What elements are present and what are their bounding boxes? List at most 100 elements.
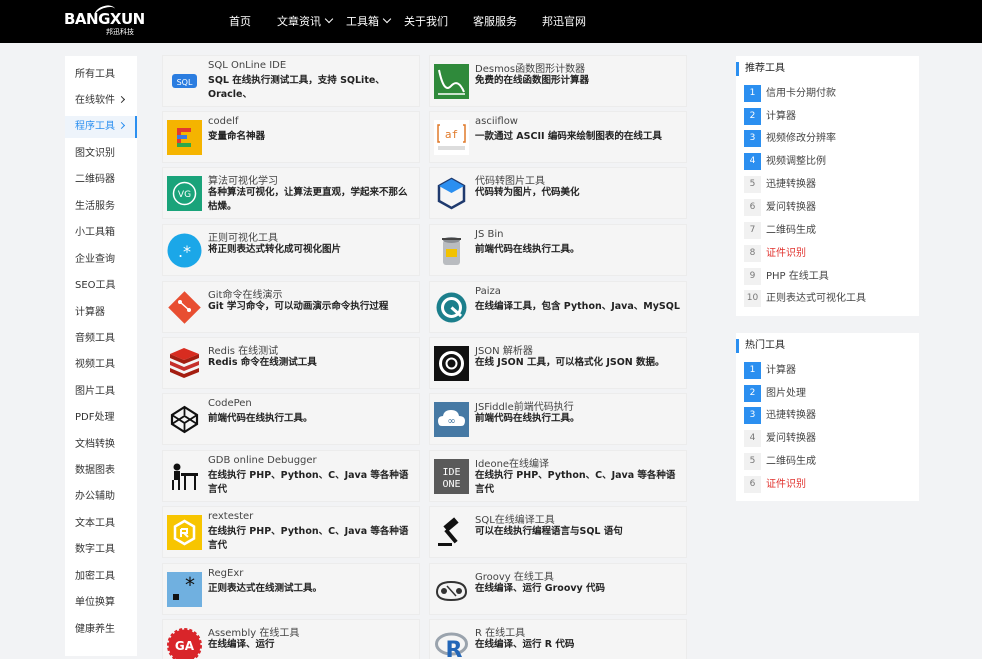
sidebar-item-label: 图片工具: [75, 386, 115, 397]
bangxun-logo[interactable]: BANGXUN 邦迅科技: [64, 2, 145, 36]
recommended-item[interactable]: 4 视频调整比例: [744, 153, 914, 171]
tool-description: 前端代码在线执行工具。: [475, 244, 580, 255]
sidebar-item-label: 所有工具: [75, 69, 115, 80]
sidebar-item-label: 在线软件: [75, 95, 115, 106]
tool-card-desmos[interactable]: Desmos函数图形计数器 免费的在线函数图形计算器: [429, 55, 687, 107]
sidebar-item-online-software[interactable]: 在线软件: [65, 90, 137, 112]
chevron-right-icon: [117, 95, 126, 104]
sidebar-item-life-services[interactable]: 生活服务: [65, 196, 137, 218]
hot-item[interactable]: 3 迅捷转换器: [744, 407, 914, 425]
tool-title: Ideone在线编译: [475, 459, 550, 470]
tool-card-groovy[interactable]: Groovy 在线工具 在线编译、运行 Groovy 代码: [429, 563, 687, 615]
nav-about[interactable]: 关于我们: [404, 0, 448, 43]
tool-card-assembly[interactable]: GA Assembly 在线工具 在线编译、运行: [162, 619, 420, 659]
hot-item[interactable]: 2 图片处理: [744, 385, 914, 403]
recommended-item[interactable]: 1 信用卡分期付款: [744, 85, 914, 103]
tool-description: 在线编译工具，包含 Python、Java、MySQL: [475, 301, 680, 312]
tool-title: JSFiddle前端代码执行: [475, 402, 574, 413]
recommended-item[interactable]: 6 爱问转换器: [744, 199, 914, 217]
sidebar-item-health[interactable]: 健康养生: [65, 619, 137, 641]
regexr-icon: *: [167, 572, 202, 607]
sidebar-item-programming-tools[interactable]: 程序工具: [65, 116, 137, 138]
sidebar-item-data-charts[interactable]: 数据图表: [65, 460, 137, 482]
sidebar-item-number[interactable]: 数字工具: [65, 539, 137, 561]
sidebar-item-label: 企业查询: [75, 254, 115, 265]
tool-card-ideone[interactable]: IDE ONE Ideone在线编译 在线执行 PHP、Python、C、Java…: [429, 450, 687, 502]
vg-icon: VG: [167, 176, 202, 211]
sidebar-item-small-tools[interactable]: 小工具箱: [65, 222, 137, 244]
tool-title: GDB online Debugger: [208, 455, 317, 466]
sidebar-item-all-tools[interactable]: 所有工具: [65, 64, 137, 86]
tool-description: 将正则表达式转化成可视化图片: [208, 244, 342, 255]
hot-item[interactable]: 1 计算器: [744, 362, 914, 380]
sql-icon: SQL: [172, 74, 197, 88]
sidebar-item-encryption[interactable]: 加密工具: [65, 566, 137, 588]
recommended-item[interactable]: 2 计算器: [744, 108, 914, 126]
tool-card-code-to-image[interactable]: 代码转图片工具 代码转为图片，代码美化: [429, 167, 687, 219]
recommended-item[interactable]: 8 证件识别: [744, 245, 914, 263]
tool-description: 一款通过 ASCII 编码来绘制图表的在线工具: [475, 131, 662, 142]
sidebar-item-qrcode[interactable]: 二维码器: [65, 169, 137, 191]
hot-item[interactable]: 6 证件识别: [744, 476, 914, 494]
tool-card-rextester[interactable]: rextester 在线执行 PHP、Python、C、Java 等各种语言代: [162, 506, 420, 558]
sidebar-item-company-lookup[interactable]: 企业查询: [65, 249, 137, 271]
tool-description: 在线执行 PHP、Python、C、Java 等各种语言代: [208, 470, 409, 495]
tool-card-jsfiddle[interactable]: ∞ JSFiddle前端代码执行 前端代码在线执行工具。: [429, 393, 687, 445]
nav-customer-service[interactable]: 客服服务: [473, 0, 517, 43]
nav-home[interactable]: 首页: [229, 0, 251, 43]
tool-title: codelf: [208, 116, 239, 127]
recommended-item[interactable]: 5 迅捷转换器: [744, 176, 914, 194]
tool-card-paiza[interactable]: Paiza 在线编译工具，包含 Python、Java、MySQL: [429, 281, 687, 333]
recommended-label: 爱问转换器: [766, 202, 816, 213]
sidebar-item-video[interactable]: 视频工具: [65, 354, 137, 376]
tool-title: SQL在线编译工具: [475, 515, 555, 526]
sidebar-item-office[interactable]: 办公辅助: [65, 486, 137, 508]
tool-card-asciiflow[interactable]: af asciiflow 一款通过 ASCII 编码来绘制图表的在线工具: [429, 111, 687, 163]
nav-articles[interactable]: 文章资讯: [277, 0, 334, 43]
nav-official-site[interactable]: 邦迅官网: [542, 0, 586, 43]
recommended-label: 计算器: [766, 111, 796, 122]
sidebar-item-unit-convert[interactable]: 单位换算: [65, 592, 137, 614]
desmos-icon: [434, 64, 469, 99]
tool-title: Git命令在线演示: [208, 290, 283, 301]
sidebar-item-pdf[interactable]: PDF处理: [65, 407, 137, 429]
sidebar-item-calculator[interactable]: 计算器: [65, 302, 137, 324]
sidebar-item-audio[interactable]: 音频工具: [65, 328, 137, 350]
sidebar-item-label: 音频工具: [75, 333, 115, 344]
tool-title: 算法可视化学习: [208, 176, 278, 187]
sidebar-item-doc-convert[interactable]: 文档转换: [65, 434, 137, 456]
sidebar-item-image[interactable]: 图片工具: [65, 381, 137, 403]
sidebar-item-seo[interactable]: SEO工具: [65, 275, 137, 297]
hot-item[interactable]: 5 二维码生成: [744, 453, 914, 471]
tool-card-sql-online-ide[interactable]: SQL SQL OnLine IDE SQL 在线执行测试工具，支持 SQLit…: [162, 55, 420, 107]
tool-card-regex-visual[interactable]: .* 正则可视化工具 将正则表达式转化成可视化图片: [162, 224, 420, 276]
tool-card-algorithm-visual[interactable]: VG 算法可视化学习 各种算法可视化，让算法更直观，学起来不那么枯燥。: [162, 167, 420, 219]
sidebar-item-ocr[interactable]: 图文识别: [65, 143, 137, 165]
assembly-icon-text: GA: [175, 639, 195, 653]
tool-card-codelf[interactable]: codelf 变量命名神器: [162, 111, 420, 163]
nav-label: 文章资讯: [277, 15, 321, 28]
tool-card-sql-compiler[interactable]: SQL在线编译工具 可以在线执行编程语言与SQL 语句: [429, 506, 687, 558]
sidebar-item-label: PDF处理: [75, 412, 115, 423]
recommended-item[interactable]: 3 视频修改分辨率: [744, 130, 914, 148]
tool-card-gdb-online[interactable]: GDB online Debugger 在线执行 PHP、Python、C、Ja…: [162, 450, 420, 502]
recommended-item[interactable]: 10 正则表达式可视化工具: [744, 290, 914, 308]
tool-card-codepen[interactable]: CodePen 前端代码在线执行工具。: [162, 393, 420, 445]
recommended-item[interactable]: 7 二维码生成: [744, 222, 914, 240]
tool-card-jsbin[interactable]: JS Bin 前端代码在线执行工具。: [429, 224, 687, 276]
sidebar-item-label: SEO工具: [75, 280, 116, 291]
tool-card-git-demo[interactable]: Git命令在线演示 Git 学习命令，可以动画演示命令执行过程: [162, 281, 420, 333]
tool-card-json-parser[interactable]: JSON 解析器 在线 JSON 工具，可以格式化 JSON 数据。: [429, 337, 687, 389]
tool-title: Groovy 在线工具: [475, 572, 554, 583]
r-icon-text: R: [446, 638, 463, 659]
rank-badge: 1: [744, 85, 761, 102]
rank-badge: 3: [744, 407, 761, 424]
tool-card-regexr[interactable]: * RegExr 正则表达式在线测试工具。: [162, 563, 420, 615]
tool-card-r-online[interactable]: R R 在线工具 在线编译、运行 R 代码: [429, 619, 687, 659]
tool-card-redis[interactable]: Redis 在线测试 Redis 命令在线测试工具: [162, 337, 420, 389]
hot-item[interactable]: 4 爱问转换器: [744, 430, 914, 448]
sidebar-item-text[interactable]: 文本工具: [65, 513, 137, 535]
nav-toolbox[interactable]: 工具箱: [346, 0, 392, 43]
recommended-item[interactable]: 9 PHP 在线工具: [744, 268, 914, 286]
tool-title: JS Bin: [475, 229, 504, 240]
